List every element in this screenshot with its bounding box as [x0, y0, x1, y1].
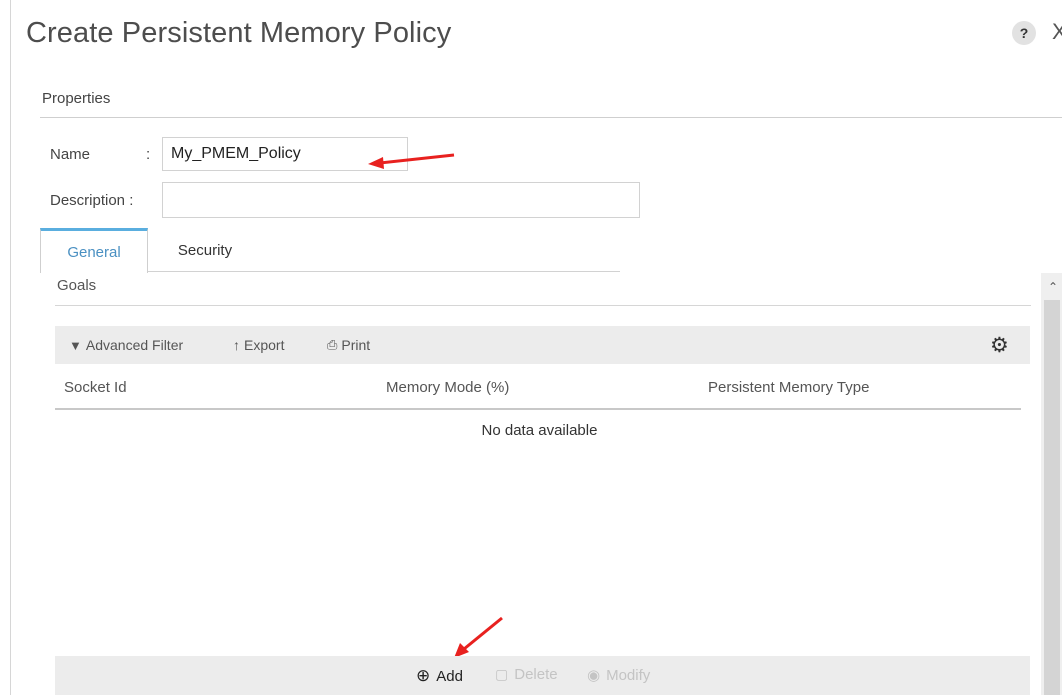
dialog-left-edge [10, 0, 11, 695]
column-header-memory-mode[interactable]: Memory Mode (%) [386, 379, 509, 396]
annotation-arrow-name [368, 153, 455, 169]
column-header-socket-id[interactable]: Socket Id [64, 379, 127, 396]
export-icon: ↑ [233, 337, 240, 353]
close-icon[interactable]: X [1052, 19, 1062, 45]
print-label: Print [341, 337, 371, 353]
add-label: Add [436, 667, 463, 685]
column-header-persistent-memory-type[interactable]: Persistent Memory Type [708, 379, 869, 396]
goals-section-label: Goals [57, 277, 97, 294]
export-button[interactable]: ↑ Export [233, 337, 284, 353]
help-icon[interactable]: ? [1012, 21, 1036, 45]
export-label: Export [244, 337, 285, 353]
goals-toolbar: ▼ Advanced Filter ↑ Export ⎙ Print ⚙ [55, 326, 1030, 364]
tab-security[interactable]: Security [150, 228, 260, 272]
empty-table-message: No data available [481, 422, 598, 439]
properties-divider [40, 117, 1062, 118]
table-header-divider [55, 408, 1021, 410]
gear-icon[interactable]: ⚙ [990, 333, 1009, 358]
modify-icon: ◉ [587, 667, 601, 684]
advanced-filter-label: Advanced Filter [85, 337, 184, 353]
goals-divider [55, 305, 1031, 306]
dialog-title: Create Persistent Memory Policy [26, 17, 452, 49]
filter-icon: ▼ [69, 337, 82, 353]
delete-button[interactable]: ▢ Delete [495, 666, 558, 683]
properties-section-label: Properties [42, 90, 111, 107]
modify-button[interactable]: ◉ Modify [587, 666, 651, 685]
scroll-up-icon[interactable]: ⌃ [1048, 280, 1058, 294]
add-icon: ⊕ [416, 666, 431, 685]
tab-general[interactable]: General [40, 228, 148, 273]
delete-icon: ▢ [495, 666, 509, 682]
name-label: Name [50, 146, 91, 163]
description-input[interactable] [162, 182, 640, 218]
print-button[interactable]: ⎙ Print [327, 337, 370, 353]
modify-label: Modify [606, 666, 651, 684]
name-colon: : [146, 146, 151, 163]
description-label: Description : [50, 192, 134, 209]
scrollbar-thumb[interactable] [1044, 300, 1060, 695]
print-icon: ⎙ [327, 337, 338, 352]
delete-label: Delete [514, 666, 558, 683]
goals-action-bar: ⊕ Add ▢ Delete ◉ Modify [55, 656, 1030, 695]
annotation-arrow-add [454, 616, 503, 658]
add-button[interactable]: ⊕ Add [416, 666, 463, 686]
advanced-filter-button[interactable]: ▼ Advanced Filter [69, 337, 183, 353]
